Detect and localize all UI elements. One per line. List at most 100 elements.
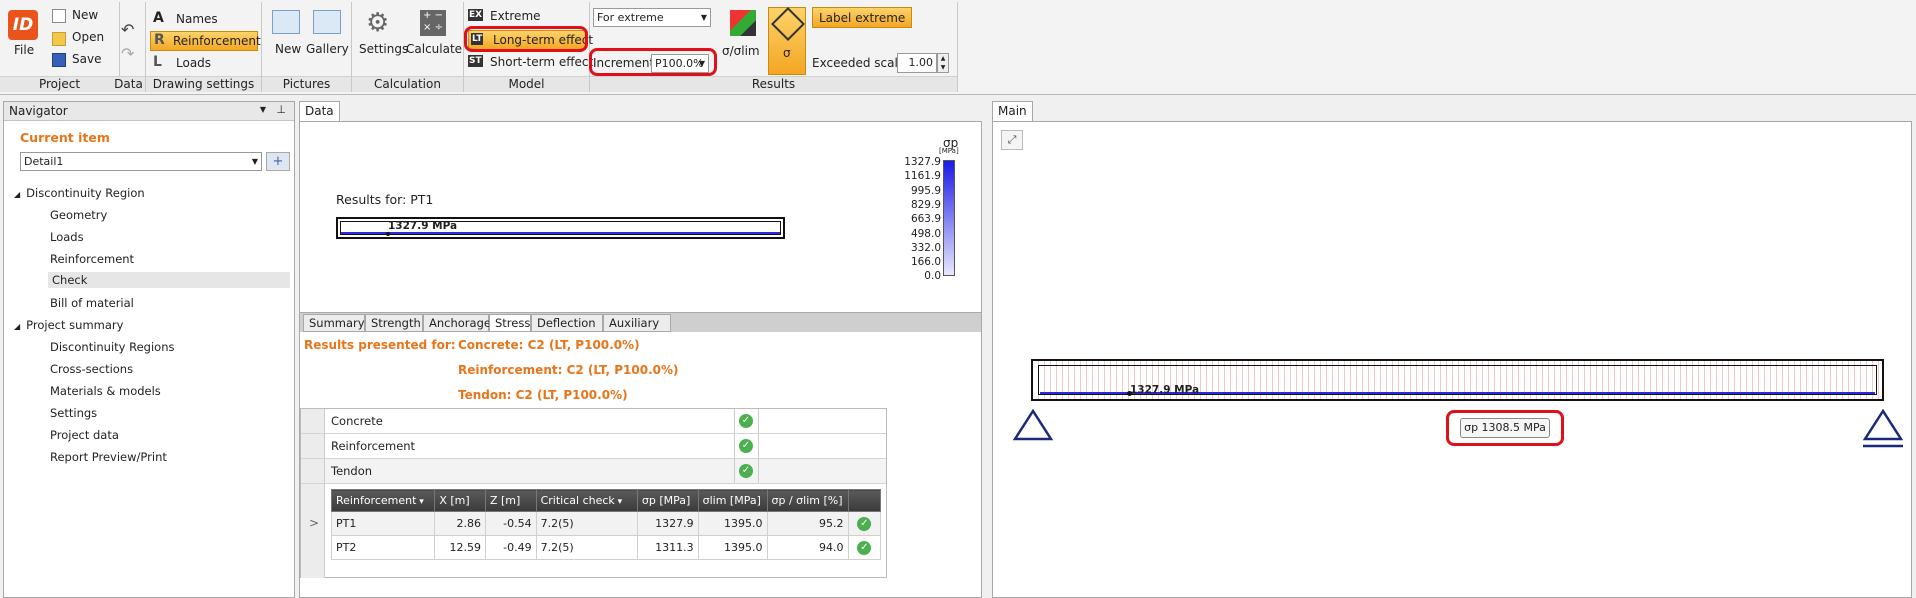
column-divider	[758, 409, 759, 433]
exceeded-scale-input[interactable]: 1.00	[897, 53, 937, 73]
current-item-select[interactable]: Detail1 ▼	[20, 152, 262, 171]
sigma-olim-button[interactable]: σ/σlim	[722, 8, 764, 58]
column-divider	[734, 434, 735, 458]
folder-icon	[52, 32, 66, 46]
table-header-cell[interactable]: Z [m]	[484, 489, 537, 512]
nav-tree-item[interactable]: Project data	[50, 428, 119, 442]
subtab-auxiliary[interactable]: Auxiliary	[603, 314, 671, 332]
subtab-summary[interactable]: Summary	[303, 314, 365, 332]
subtab-deflection[interactable]: Deflection	[531, 314, 603, 332]
extreme-icon: EX	[468, 9, 484, 21]
nav-tree-item[interactable]: Geometry	[50, 208, 107, 222]
short-term-effect-option[interactable]: ST Short-term effect	[468, 54, 593, 72]
tab-main[interactable]: Main	[992, 101, 1033, 121]
legend-value: 663.9	[910, 213, 941, 226]
undo-button[interactable]: ↶	[121, 20, 134, 39]
save-project-button[interactable]: Save	[52, 52, 112, 70]
table-header-cell[interactable]: Critical check ▾	[535, 489, 638, 512]
sigma-button[interactable]: σ	[768, 7, 806, 75]
dropdown-icon[interactable]: ▼	[260, 105, 266, 114]
tendon-table-wrap: Reinforcement ▾ X [m] Z [m] Critical check …	[330, 489, 882, 560]
filter-icon[interactable]: ▾	[416, 497, 424, 507]
reinforcement-result-line: Reinforcement: C2 (LT, P100.0%)	[458, 363, 679, 377]
nav-tree-item[interactable]: Materials & models	[50, 384, 161, 398]
check-row[interactable]: Concrete ✓	[301, 409, 886, 434]
pin-icon[interactable]: ⊥	[276, 103, 286, 116]
nav-tree-item[interactable]: ◢ Discontinuity Region	[14, 186, 145, 200]
new-picture-button[interactable]: New	[268, 8, 304, 58]
collapse-triangle-icon[interactable]: ◢	[14, 322, 20, 331]
nav-tree-item[interactable]: Bill of material	[50, 296, 134, 310]
subtab-stress[interactable]: Stress	[489, 314, 531, 332]
filter-icon[interactable]: ▾	[615, 497, 623, 507]
picture-new-icon	[272, 10, 300, 34]
sigma-ratio-icon	[730, 10, 756, 36]
gallery-button[interactable]: Gallery	[306, 8, 350, 58]
main-panel: ⤢ 1327.9 MPa σp 1308.5 MPa	[992, 121, 1912, 598]
table-cell: 95.2	[766, 511, 849, 536]
column-divider	[758, 459, 759, 483]
table-header-cell[interactable]: σlim [MPa]	[697, 489, 768, 512]
group-label-drawing: Drawing settings	[146, 76, 261, 92]
nav-tree-item[interactable]: Cross-sections	[50, 362, 133, 376]
exceeded-scale-spinner[interactable]: ▲ ▼	[937, 53, 949, 73]
group-drawing-settings: A Names R Reinforcement L Loads Drawing …	[146, 2, 262, 92]
new-project-button[interactable]: New	[52, 8, 112, 26]
table-header-cell[interactable]: σp / σlim [%]	[766, 489, 849, 512]
redo-button[interactable]: ↷	[121, 44, 134, 63]
group-pictures: New Gallery Pictures	[262, 2, 352, 92]
table-header-cell[interactable]: σp [MPa]	[636, 489, 699, 512]
nav-tree-item[interactable]: Settings	[50, 406, 97, 420]
app-logo-icon: ID	[8, 10, 38, 40]
legend-unit: [MPa]	[939, 147, 959, 155]
table-cell: 1327.9	[636, 511, 699, 536]
group-project: ID File New Open Save Project	[0, 2, 120, 92]
table-cell: 1395.0	[697, 535, 768, 560]
subtab-anchorage[interactable]: Anchorage	[423, 314, 491, 332]
nav-tree-item[interactable]: Loads	[50, 230, 84, 244]
extreme-option[interactable]: EX Extreme	[468, 8, 586, 26]
names-toggle[interactable]: A Names	[150, 10, 258, 29]
check-ok-icon: ✓	[739, 464, 753, 478]
table-cell: 7.2(5)	[535, 511, 638, 536]
expand-icon: ⤢	[1007, 133, 1017, 146]
names-icon: A	[153, 10, 164, 26]
expand-row-icon[interactable]: >	[309, 516, 319, 530]
table-header-cell[interactable]: Reinforcement ▾	[330, 489, 436, 512]
zoom-fit-button[interactable]: ⤢	[1001, 130, 1023, 150]
nav-tree-item[interactable]: Discontinuity Regions	[50, 340, 175, 354]
group-label-project: Project	[0, 76, 119, 92]
check-row[interactable]: Reinforcement ✓	[301, 434, 886, 459]
navigator-panel: Navigator ▼ ⊥ Current item Detail1 ▼ + ◢ D…	[3, 101, 295, 598]
current-item-label: Current item	[20, 130, 110, 145]
table-row[interactable]: PT1 2.86 -0.54 7.2(5) 1327.9 1395.0 95.2 ✓	[330, 511, 882, 536]
stress-legend: σp [MPa] 1327.9 1161.9 995.9 829.9 663.9 498.…	[855, 136, 965, 316]
gear-icon: ⚙	[366, 8, 390, 38]
add-item-button[interactable]: +	[266, 152, 290, 171]
check-row[interactable]: Tendon ✓	[301, 459, 886, 484]
nav-tree-item[interactable]: Reinforcement	[50, 252, 134, 266]
table-cell: ✓	[847, 511, 882, 536]
navigator-header: Navigator ▼ ⊥	[4, 102, 294, 121]
table-cell: ✓	[847, 535, 882, 560]
for-extreme-select[interactable]: For extreme ▼	[593, 8, 711, 27]
table-row[interactable]: PT2 12.59 -0.49 7.2(5) 1311.3 1395.0 94.0 ✓	[330, 535, 882, 560]
collapse-triangle-icon[interactable]: ◢	[14, 190, 20, 199]
tendon-result-line: Tendon: C2 (LT, P100.0%)	[458, 388, 628, 402]
calculate-button[interactable]: + − × ÷ Calculate	[406, 8, 462, 58]
group-label-calculation: Calculation	[352, 76, 463, 92]
nav-tree-item[interactable]: Report Preview/Print	[50, 450, 167, 464]
label-extreme-toggle[interactable]: Label extreme	[812, 7, 912, 28]
open-project-button[interactable]: Open	[52, 30, 112, 48]
check-row-label: Tendon	[331, 464, 373, 478]
settings-button[interactable]: ⚙ Settings	[356, 8, 408, 58]
loads-toggle[interactable]: L Loads	[150, 54, 258, 73]
file-button[interactable]: ID File	[0, 2, 46, 72]
tab-data[interactable]: Data	[299, 101, 340, 121]
nav-tree-item[interactable]: ◢ Project summary	[14, 318, 123, 332]
nav-tree-item[interactable]: Check	[48, 272, 290, 288]
sigma-icon	[771, 7, 805, 41]
table-header-cell[interactable]: X [m]	[434, 489, 486, 512]
subtab-strength[interactable]: Strength	[365, 314, 423, 332]
reinforcement-toggle[interactable]: R Reinforcement	[150, 31, 261, 51]
